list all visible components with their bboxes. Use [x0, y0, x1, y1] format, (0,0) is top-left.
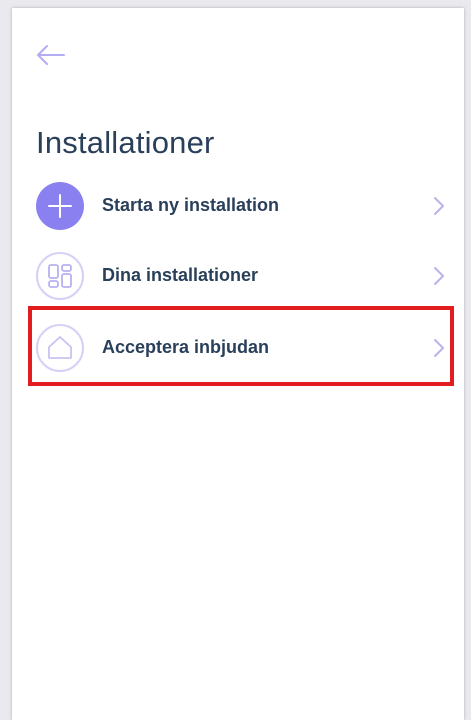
plus-icon — [36, 182, 84, 230]
back-button[interactable] — [32, 40, 68, 70]
chevron-right-icon — [434, 267, 444, 285]
menu-item-label: Dina installationer — [102, 265, 259, 285]
grid-icon — [36, 252, 84, 300]
menu-item-label: Starta ny installation — [102, 195, 280, 215]
highlight-frame — [28, 306, 454, 386]
menu-item-your-installations[interactable]: Dina installationer — [12, 246, 464, 306]
page-title: Installationer — [36, 124, 215, 160]
menu-item-start-new-installation[interactable]: Starta ny installation — [12, 176, 464, 236]
arrow-left-icon — [37, 45, 65, 65]
app-screen: Installationer Starta ny installation Di… — [12, 8, 464, 720]
chevron-right-icon — [434, 197, 444, 215]
